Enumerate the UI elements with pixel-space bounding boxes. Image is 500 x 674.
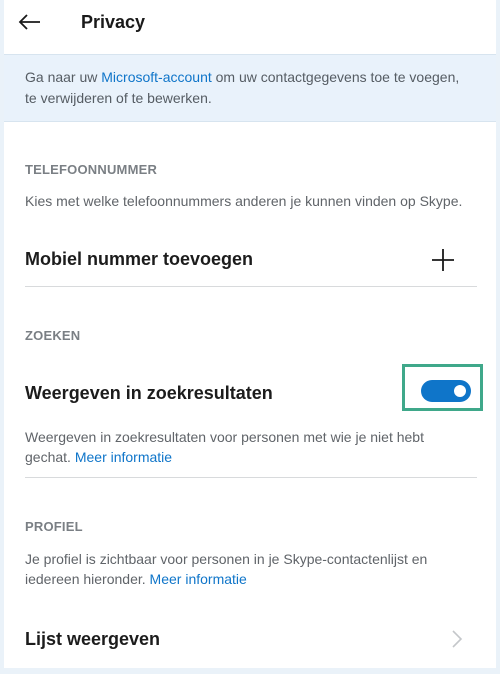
profile-description: Je profiel is zichtbaar voor personen in…	[25, 549, 465, 589]
banner-text: Ga naar uw Microsoft-account om uw conta…	[25, 67, 465, 109]
chevron-right-icon	[450, 628, 464, 650]
add-mobile-number-button[interactable]	[431, 248, 455, 272]
section-label-profile: PROFIEL	[25, 519, 83, 534]
back-button[interactable]	[16, 10, 44, 36]
section-label-search: ZOEKEN	[25, 328, 81, 343]
page-title: Privacy	[81, 12, 146, 32]
phone-description: Kies met welke telefoonnummers anderen j…	[25, 193, 463, 209]
header: Privacy	[4, 0, 496, 52]
plus-icon	[432, 249, 454, 271]
banner-prefix: Ga naar uw	[25, 69, 102, 85]
toggle-knob	[454, 385, 466, 397]
profile-more-info-link[interactable]: Meer informatie	[150, 571, 247, 587]
search-more-info-link[interactable]: Meer informatie	[75, 449, 172, 465]
add-mobile-number-label[interactable]: Mobiel nummer toevoegen	[25, 249, 253, 270]
show-in-search-toggle[interactable]	[421, 380, 471, 402]
account-banner: Ga naar uw Microsoft-account om uw conta…	[4, 54, 496, 122]
show-in-search-label: Weergeven in zoekresultaten	[25, 383, 273, 403]
show-list-label[interactable]: Lijst weergeven	[25, 629, 160, 650]
search-description: Weergeven in zoekresultaten voor persone…	[25, 427, 465, 467]
divider	[25, 477, 477, 478]
privacy-panel: Privacy Ga naar uw Microsoft-account om …	[4, 0, 496, 668]
divider	[25, 286, 477, 287]
section-label-phone: TELEFOONNUMMER	[25, 162, 158, 177]
arrow-left-icon	[18, 14, 40, 30]
microsoft-account-link[interactable]: Microsoft-account	[101, 69, 211, 85]
